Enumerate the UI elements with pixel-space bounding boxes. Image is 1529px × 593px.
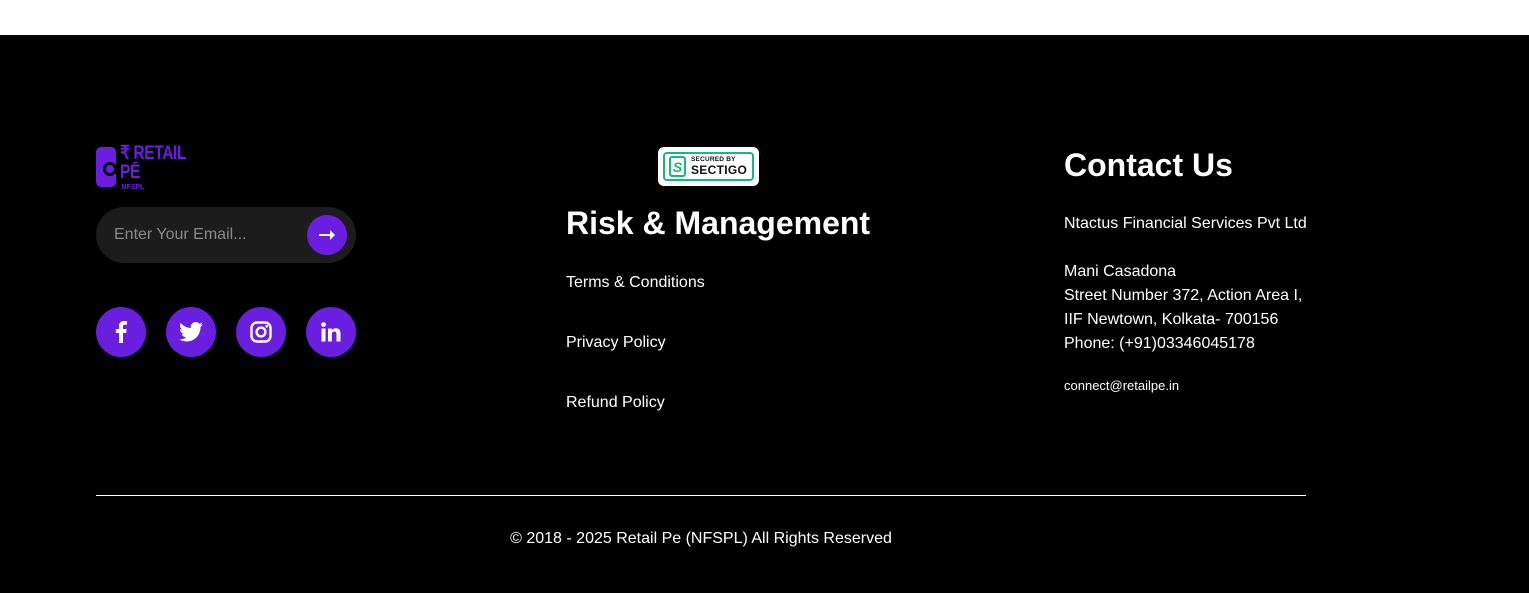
- linkedin-icon: [321, 322, 341, 342]
- arrow-right-icon: [319, 230, 335, 240]
- facebook-link[interactable]: [96, 307, 146, 357]
- instagram-link[interactable]: [236, 307, 286, 357]
- brand-name: ₹ RETAIL PĒ: [120, 142, 187, 183]
- email-link[interactable]: connect@retailpe.in: [1064, 378, 1179, 393]
- linkedin-link[interactable]: [306, 307, 356, 357]
- logo-mark-icon: [96, 147, 118, 187]
- top-bar: [0, 0, 1529, 35]
- brand-sub: NFSPL: [121, 183, 145, 191]
- badge-line2: SECTIGO: [691, 163, 748, 178]
- newsletter-form: [96, 207, 356, 263]
- address-line: IIF Newtown, Kolkata- 700156: [1064, 311, 1279, 328]
- address-line: Street Number 372, Action Area I,: [1064, 287, 1303, 304]
- refund-link[interactable]: Refund Policy: [566, 394, 665, 412]
- contact-heading: Contact Us: [1064, 147, 1233, 183]
- subscribe-button[interactable]: [307, 215, 347, 255]
- address-line: Mani Casadona: [1064, 263, 1177, 280]
- email-input[interactable]: [112, 225, 296, 245]
- sectigo-badge[interactable]: S SECURED BY SECTIGO: [658, 147, 759, 186]
- twitter-icon: [179, 322, 203, 342]
- copyright-text: © 2018 - 2025 Retail Pe (NFSPL) All Righ…: [510, 530, 892, 547]
- facebook-icon: [115, 321, 127, 343]
- brand-logo[interactable]: ₹ RETAIL PĒ NFSPL: [96, 142, 206, 191]
- site-footer: ₹ RETAIL PĒ NFSPL Enter Your Email... S …: [0, 35, 1529, 593]
- risk-management-heading: Risk & Management: [566, 205, 871, 241]
- company-name: Ntactus Financial Services Pvt Ltd: [1064, 215, 1307, 232]
- terms-link[interactable]: Terms & Conditions: [566, 274, 705, 292]
- twitter-link[interactable]: [166, 307, 216, 357]
- privacy-link[interactable]: Privacy Policy: [566, 334, 666, 352]
- phone-line[interactable]: Phone: (+91)03346045178: [1064, 332, 1302, 356]
- footer-divider: [96, 495, 1306, 496]
- address-block: Mani Casadona Street Number 372, Action …: [1064, 260, 1302, 356]
- instagram-icon: [250, 321, 272, 343]
- sectigo-shield-icon: S: [669, 156, 686, 177]
